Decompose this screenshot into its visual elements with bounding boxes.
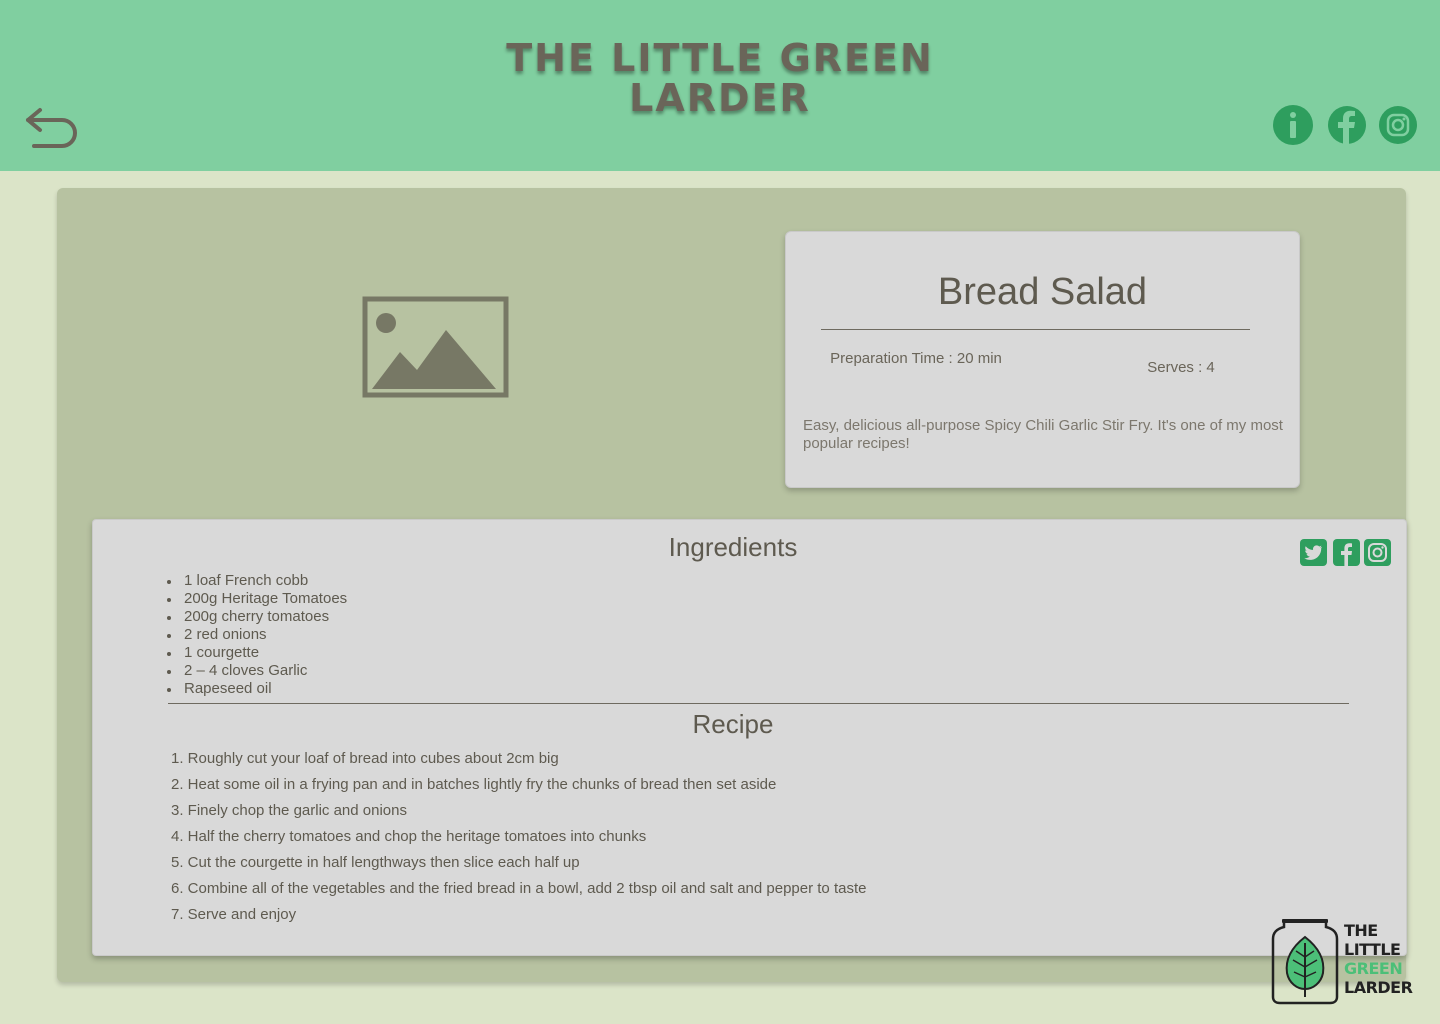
ingredient-item: Rapeseed oil [167,680,347,698]
image-placeholder-icon [362,296,509,398]
instagram-button[interactable] [1378,105,1418,145]
serves-count: Serves : 4 [1147,359,1215,376]
recipe-title: Bread Salad [937,271,1148,313]
brand-word-3: GREEN [1344,959,1403,978]
info-icon [1273,105,1313,145]
info-button[interactable] [1273,105,1313,145]
ingredient-item: 200g Heritage Tomatoes [167,590,347,608]
recipe-step: 2. Heat some oil in a frying pan and in … [171,776,777,793]
section-divider [168,703,1349,704]
back-button[interactable] [22,104,82,154]
title-divider [821,329,1250,330]
brand-word-1: THE [1344,921,1378,940]
ingredient-item: 1 loaf French cobb [167,572,347,590]
brand-word-2: LITTLE [1344,940,1401,959]
recipe-description: Easy, delicious all-purpose Spicy Chili … [803,417,1283,452]
brand-word-4: LARDER [1344,978,1413,997]
site-title-line-2: LARDER [629,76,811,120]
ingredients-list: 1 loaf French cobb 200g Heritage Tomatoe… [167,572,347,698]
brand-logo: THE LITTLE GREEN LARDER [1270,917,1420,1007]
site-header: THE LITTLE GREEN LARDER [0,0,1440,171]
recipe-step: 1. Roughly cut your loaf of bread into c… [171,750,559,767]
facebook-button[interactable] [1327,105,1367,145]
share-twitter-button[interactable] [1300,539,1327,566]
share-instagram-button[interactable] [1364,539,1391,566]
ingredient-item: 1 courgette [167,644,347,662]
recipe-step: 5. Cut the courgette in half lengthways … [171,854,580,871]
instagram-icon [1379,106,1417,144]
recipe-step: 4. Half the cherry tomatoes and chop the… [171,828,647,845]
recipe-step: 3. Finely chop the garlic and onions [171,802,407,819]
recipe-image-placeholder [362,296,509,399]
recipe-info-card: Bread Salad Preparation Time : 20 min Se… [785,231,1300,488]
ingredient-item: 200g cherry tomatoes [167,608,347,626]
ingredient-item: 2 red onions [167,626,347,644]
back-arrow-icon [26,108,77,148]
recipe-step: 6. Combine all of the vegetables and the… [171,880,867,897]
brand-wordmark: THE LITTLE GREEN LARDER [1344,921,1413,997]
recipe-steps-list: 1. Roughly cut your loaf of bread into c… [171,750,866,932]
preparation-time: Preparation Time : 20 min [830,350,1002,367]
ingredient-item: 2 – 4 cloves Garlic [167,662,347,680]
ingredients-recipe-panel: Ingredients 1 loaf French cobb 200g Heri… [92,519,1407,956]
recipe-steps-heading: Recipe [692,709,774,739]
facebook-icon [1328,106,1366,145]
recipe-step: 7. Serve and enjoy [171,906,297,923]
site-title: THE LITTLE GREEN LARDER [0,38,1440,118]
jar-leaf-icon [1271,919,1339,1005]
ingredients-heading: Ingredients [668,532,798,562]
share-facebook-button[interactable] [1333,539,1360,566]
facebook-icon [1333,539,1360,566]
twitter-icon [1300,539,1327,566]
instagram-icon [1364,539,1391,566]
site-title-line-1: THE LITTLE GREEN [506,36,934,80]
